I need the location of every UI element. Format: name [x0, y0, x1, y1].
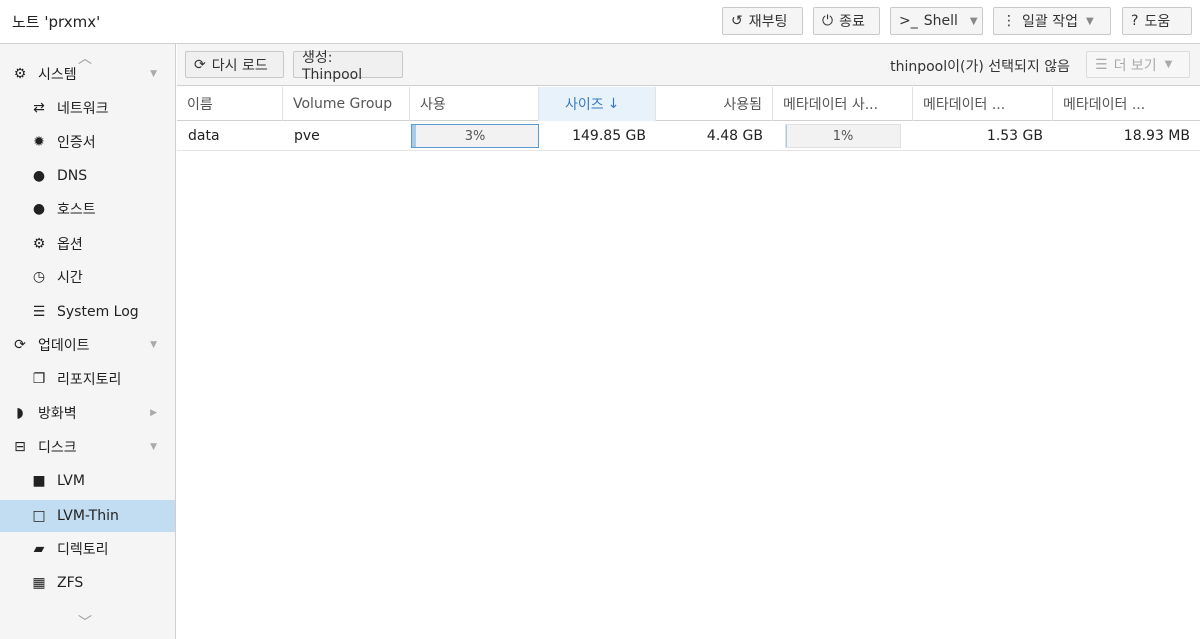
column-metadata-usage[interactable]: 메타데이터 사... [773, 87, 913, 121]
gears-icon: ⚙ [13, 66, 27, 82]
cell-name: data [188, 128, 220, 144]
reboot-button[interactable]: ↺ 재부팅 [722, 7, 803, 35]
chevron-down-icon: ▼ [1085, 15, 1094, 27]
sidebar-item-directory[interactable]: ▰ 디렉토리 [0, 533, 175, 565]
refresh-icon: ⟳ [14, 337, 26, 353]
shell-label: Shell [923, 13, 958, 29]
chevron-down-icon[interactable]: ▼ [970, 16, 978, 27]
sidebar-item-repositories[interactable]: ❐ 리포지토리 [0, 363, 175, 395]
column-name[interactable]: 이름 [177, 87, 283, 121]
shutdown-label: 종료 [839, 14, 865, 30]
undo-icon: ↺ [731, 13, 743, 29]
cell-size: 149.85 GB [572, 128, 646, 144]
metadata-usage-progress-label: 1% [832, 128, 854, 144]
grid-header: 이름 Volume Group 사용 사이즈 ↓ 사용됨 메타데이터 사... … [177, 87, 1200, 121]
column-metadata-used[interactable]: 메타데이터 ... [913, 87, 1053, 121]
clock-icon: ◷ [32, 269, 46, 285]
refresh-icon: ⟳ [194, 56, 206, 73]
sidebar-item-updates[interactable]: ⟳ 업데이트 ▼ [0, 329, 175, 361]
sidebar-item-dns[interactable]: ● DNS [0, 160, 175, 192]
selection-status: thinpool이(가) 선택되지 않음 [890, 59, 1070, 75]
usage-progress-label: 3% [464, 128, 486, 144]
chevron-down-icon: ▼ [1164, 59, 1173, 70]
chevron-down-icon[interactable]: ▼ [150, 69, 157, 79]
square-outline-icon: □ [32, 508, 46, 524]
help-button[interactable]: ? 도움 [1122, 7, 1192, 35]
page-title: 노트 'prxmx' [12, 13, 101, 31]
question-circle-icon: ? [1131, 13, 1139, 29]
globe-icon: ● [32, 168, 46, 184]
sidebar-item-firewall[interactable]: ◗ 방화벽 ▶ [0, 397, 175, 429]
certificate-icon: ✹ [33, 134, 45, 150]
cell-used: 4.48 GB [706, 128, 763, 144]
sidebar-item-network[interactable]: ⇄ 네트워크 [0, 92, 175, 124]
column-volume-group[interactable]: Volume Group [283, 87, 410, 121]
sidebar-item-certificates[interactable]: ✹ 인증서 [0, 126, 175, 158]
sidebar-item-time[interactable]: ◷ 시간 [0, 261, 175, 293]
bulk-actions-label: 일괄 작업 [1022, 14, 1078, 30]
terminal-icon: >_ [899, 13, 918, 29]
reload-button[interactable]: ⟳ 다시 로드 [185, 51, 284, 78]
more-button[interactable]: ☰ 더 보기 ▼ [1086, 51, 1190, 78]
shell-button[interactable]: >_ Shell ▼ [890, 7, 983, 35]
gear-icon: ⚙ [32, 236, 46, 252]
sidebar-item-options[interactable]: ⚙ 옵션 [0, 228, 175, 260]
hdd-icon: ⊟ [14, 439, 26, 455]
sidebar-item-system[interactable]: ⚙ 시스템 ▼ [0, 58, 175, 90]
chevron-down-icon[interactable]: ▼ [150, 340, 157, 350]
ellipsis-vertical-icon: ⋮ [1002, 13, 1016, 29]
globe-icon: ● [32, 201, 46, 217]
reboot-label: 재부팅 [748, 14, 788, 30]
cell-volume-group: pve [294, 128, 320, 144]
column-used[interactable]: 사용됨 [656, 87, 773, 121]
folder-icon: ▰ [33, 541, 45, 557]
scroll-down-icon[interactable]: ﹀ [78, 612, 92, 632]
sidebar-item-zfs[interactable]: ▦ ZFS [0, 567, 175, 599]
cell-metadata-size: 18.93 MB [1123, 128, 1190, 144]
cell-metadata-used: 1.53 GB [986, 128, 1043, 144]
exchange-icon: ⇄ [33, 100, 45, 116]
node-header: 노트 'prxmx' ↺ 재부팅 ⏻ 종료 >_ Shell ▼ ⋮ 일괄 작업… [0, 0, 1200, 44]
sidebar-item-lvm[interactable]: ■ LVM [0, 465, 175, 497]
toolbar: ⟳ 다시 로드 생성: Thinpool thinpool이(가) 선택되지 않… [177, 44, 1200, 86]
shield-icon: ◗ [16, 405, 24, 421]
list-icon: ☰ [32, 304, 46, 320]
sidebar-item-disks[interactable]: ⊟ 디스크 ▼ [0, 431, 175, 463]
bars-icon: ☰ [1095, 56, 1108, 73]
metadata-usage-progress-bar: 1% [785, 124, 901, 148]
shutdown-button[interactable]: ⏻ 종료 [813, 7, 880, 35]
column-usage[interactable]: 사용 [410, 87, 539, 121]
help-label: 도움 [1144, 14, 1171, 30]
th-large-icon: ▦ [32, 575, 46, 591]
sidebar-item-lvm-thin[interactable]: □ LVM-Thin [0, 500, 175, 532]
column-metadata-size[interactable]: 메타데이터 ... [1053, 87, 1200, 121]
files-icon: ❐ [32, 371, 46, 387]
sort-down-icon: ↓ [607, 96, 620, 112]
chevron-down-icon[interactable]: ▼ [150, 442, 157, 452]
sidebar-item-system-log[interactable]: ☰ System Log [0, 296, 175, 328]
create-thinpool-button[interactable]: 생성: Thinpool [293, 50, 403, 83]
node-sidebar: ︿ ⚙ 시스템 ▼ ⇄ 네트워크 ✹ 인증서 ● DNS ● 호스트 ⚙ 옵션 … [0, 44, 176, 639]
column-size[interactable]: 사이즈 ↓ [539, 87, 656, 121]
power-icon: ⏻ [822, 13, 834, 29]
square-icon: ■ [32, 473, 46, 489]
bulk-actions-button[interactable]: ⋮ 일괄 작업 ▼ [993, 7, 1111, 35]
usage-progress-bar: 3% [411, 124, 539, 148]
chevron-right-icon[interactable]: ▶ [150, 408, 157, 418]
sidebar-item-hosts[interactable]: ● 호스트 [0, 193, 175, 225]
table-row[interactable]: data pve 3% 149.85 GB 4.48 GB 1% 1.53 GB… [177, 121, 1200, 151]
lvm-thin-panel: ⟳ 다시 로드 생성: Thinpool thinpool이(가) 선택되지 않… [177, 44, 1200, 639]
